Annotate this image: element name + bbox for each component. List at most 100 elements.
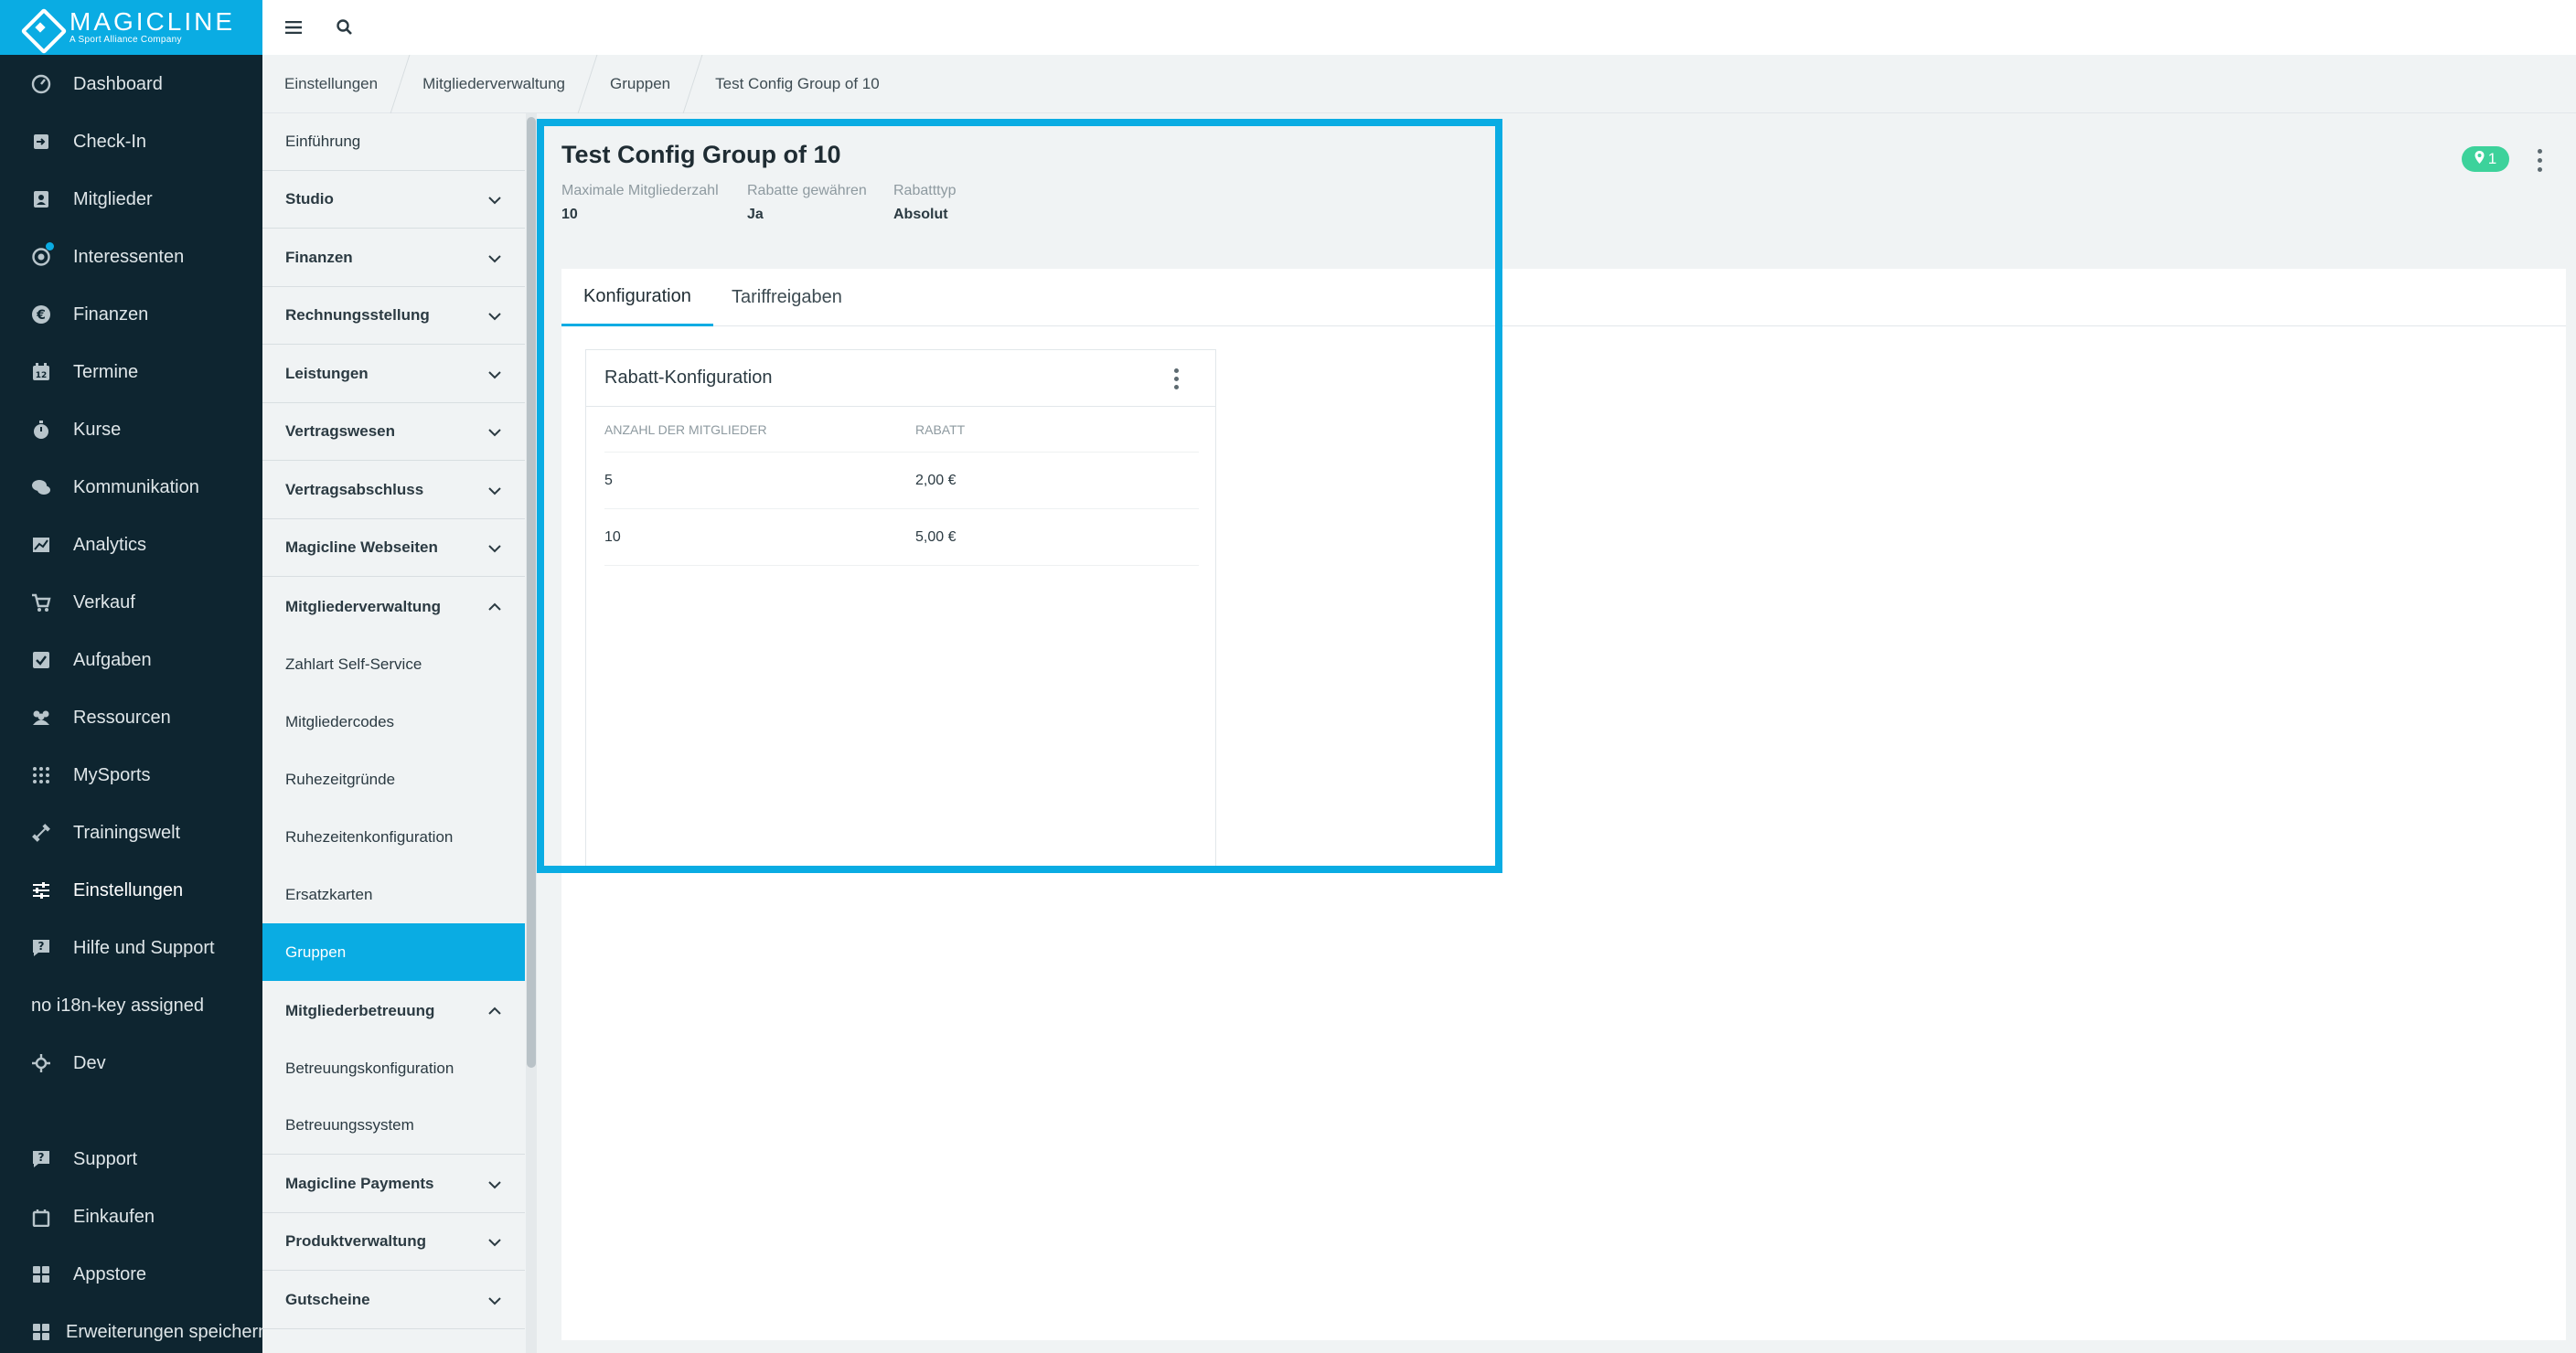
table-header: ANZAHL DER MITGLIEDER RABATT	[604, 407, 1199, 453]
tab-tariffreigaben[interactable]: Tariffreigaben	[710, 269, 864, 326]
apps-icon	[29, 1262, 53, 1286]
submenu-group-gutscheine[interactable]: Gutscheine	[262, 1272, 525, 1329]
apps-icon	[31, 1320, 51, 1344]
submenu-item-betreuungssystem[interactable]: Betreuungssystem	[262, 1097, 525, 1155]
submenu-group-mitgliederbetreuung[interactable]: Mitgliederbetreuung	[262, 982, 525, 1039]
breadcrumb-item[interactable]: Gruppen	[588, 55, 692, 113]
submenu-group-mitgliederverwaltung[interactable]: Mitgliederverwaltung	[262, 578, 525, 635]
brand-logo[interactable]: MAGICLINE A Sport Alliance Company	[0, 0, 262, 55]
submenu-item-mitgliedercodes[interactable]: Mitgliedercodes	[262, 693, 525, 751]
chevron-up-icon	[488, 1002, 501, 1020]
nav-item-hilfe-und-support[interactable]: ? Hilfe und Support	[0, 928, 262, 968]
submenu-label: Magicline Webseiten	[285, 538, 438, 556]
search-icon[interactable]	[330, 13, 359, 42]
chevron-down-icon	[488, 307, 501, 325]
nav-item-support[interactable]: ? Support	[0, 1139, 262, 1179]
nav-item-verkauf[interactable]: Verkauf	[0, 582, 262, 623]
breadcrumb-item[interactable]: Einstellungen	[262, 55, 400, 113]
nav-item-dashboard[interactable]: Dashboard	[0, 64, 262, 104]
nav-item-einkaufen[interactable]: Einkaufen	[0, 1197, 262, 1237]
submenu-group-produktverwaltung[interactable]: Produktverwaltung	[262, 1213, 525, 1271]
submenu-label: Ruhezeitgründe	[285, 770, 396, 788]
chat-icon	[29, 475, 53, 499]
submenu-group-studio[interactable]: Studio	[262, 171, 525, 229]
nav-item-no-i18n-key[interactable]: no i18n-key assigned	[0, 985, 262, 1026]
nav-item-einstellungen[interactable]: Einstellungen	[0, 870, 262, 911]
submenu-item-ruhezeitgruende[interactable]: Ruhezeitgründe	[262, 751, 525, 808]
table-cell: 2,00 €	[915, 472, 957, 488]
tab-konfiguration[interactable]: Konfiguration	[561, 269, 713, 326]
nav-item-aufgaben[interactable]: Aufgaben	[0, 640, 262, 680]
submenu-label: Magicline Payments	[285, 1175, 434, 1192]
help-icon: ?	[29, 936, 53, 960]
submenu-item-einfuehrung[interactable]: Einführung	[262, 113, 525, 171]
card-header: Rabatt-Konfiguration	[586, 350, 1215, 407]
nav-label: Einkaufen	[73, 1206, 155, 1227]
submenu-group-leistungen[interactable]: Leistungen	[262, 346, 525, 403]
settings-submenu: Einführung Studio Finanzen Rechnungsstel…	[262, 113, 525, 1353]
nav-item-kommunikation[interactable]: Kommunikation	[0, 467, 262, 507]
meta-value: 10	[561, 207, 578, 222]
brand-subtitle: A Sport Alliance Company	[69, 35, 182, 45]
badge-count: 1	[2487, 150, 2497, 167]
status-badge[interactable]: 1	[2462, 146, 2509, 172]
nav-item-trainingswelt[interactable]: Trainingswelt	[0, 813, 262, 853]
submenu-label: Gutscheine	[285, 1291, 370, 1308]
card-more-options-icon[interactable]	[1170, 367, 1182, 390]
stopwatch-icon	[29, 418, 53, 442]
submenu-item-gruppen[interactable]: Gruppen	[262, 923, 525, 981]
meta-discount-type: Rabatttyp Absolut	[893, 183, 956, 223]
table-cell: 5,00 €	[915, 528, 957, 545]
submenu-group-vertragsabschluss[interactable]: Vertragsabschluss	[262, 462, 525, 519]
submenu-item-betreuungskonfiguration[interactable]: Betreuungskonfiguration	[262, 1039, 525, 1097]
calendar-icon: 12	[29, 360, 53, 384]
submenu-label: Gruppen	[285, 943, 347, 961]
tab-bar: Konfiguration Tariffreigaben	[561, 269, 2566, 326]
submenu-item-ruhezeitenkonfiguration[interactable]: Ruhezeitenkonfiguration	[262, 808, 525, 866]
nav-label: Hilfe und Support	[73, 937, 215, 958]
more-options-icon[interactable]	[2530, 146, 2549, 174]
nav-item-appstore[interactable]: Appstore	[0, 1254, 262, 1294]
sliders-icon	[29, 879, 53, 902]
submenu-group-vertragswesen[interactable]: Vertragswesen	[262, 403, 525, 461]
table-row[interactable]: 10 5,00 €	[604, 509, 1199, 566]
breadcrumb: Einstellungen Mitgliederverwaltung Grupp…	[262, 54, 2576, 113]
breadcrumb-item[interactable]: Mitgliederverwaltung	[401, 55, 587, 113]
submenu-group-rechnungsstellung[interactable]: Rechnungsstellung	[262, 287, 525, 345]
submenu-item-zahlart-self-service[interactable]: Zahlart Self-Service	[262, 635, 525, 693]
chevron-up-icon	[488, 598, 501, 616]
breadcrumb-label: Test Config Group of 10	[715, 74, 880, 92]
submenu-item-ersatzkarten[interactable]: Ersatzkarten	[262, 866, 525, 923]
nav-item-erweiterungen-speichern[interactable]: Erweiterungen speichern	[0, 1312, 262, 1352]
nav-item-mysports[interactable]: MySports	[0, 755, 262, 795]
nav-item-mitglieder[interactable]: Mitglieder	[0, 179, 262, 219]
submenu-group-magicline-webseiten[interactable]: Magicline Webseiten	[262, 519, 525, 577]
nav-label: Dashboard	[73, 73, 163, 94]
nav-label: Analytics	[73, 534, 147, 555]
submenu-label: Mitgliederbetreuung	[285, 1001, 435, 1019]
column-header[interactable]: ANZAHL DER MITGLIEDER	[604, 422, 915, 437]
nav-item-check-in[interactable]: Check-In	[0, 122, 262, 162]
meta-max-members: Maximale Mitgliederzahl 10	[561, 183, 719, 223]
submenu-label: Mitgliederverwaltung	[285, 597, 442, 615]
submenu-label: Leistungen	[285, 365, 369, 382]
nav-item-interessenten[interactable]: Interessenten	[0, 237, 262, 277]
notification-dot	[46, 242, 54, 250]
submenu-group-finanzen[interactable]: Finanzen	[262, 229, 525, 287]
discount-config-card: Rabatt-Konfiguration ANZAHL DER MITGLIED…	[585, 349, 1216, 867]
svg-text:12: 12	[36, 371, 48, 380]
nav-item-kurse[interactable]: Kurse	[0, 410, 262, 450]
submenu-label: Betreuungskonfiguration	[285, 1059, 454, 1077]
column-header[interactable]: RABATT	[915, 422, 1190, 437]
nav-item-termine[interactable]: 12 Termine	[0, 352, 262, 392]
nav-item-analytics[interactable]: Analytics	[0, 525, 262, 565]
submenu-group-magicline-payments[interactable]: Magicline Payments	[262, 1156, 525, 1213]
hamburger-menu-icon[interactable]	[279, 13, 308, 42]
svg-text:?: ?	[38, 1151, 45, 1164]
nav-item-finanzen[interactable]: € Finanzen	[0, 294, 262, 335]
crosshair-icon	[29, 1051, 53, 1075]
submenu-scrollbar-thumb[interactable]	[527, 117, 536, 1068]
nav-item-ressourcen[interactable]: Ressourcen	[0, 698, 262, 738]
table-row[interactable]: 5 2,00 €	[604, 453, 1199, 509]
nav-item-dev[interactable]: Dev	[0, 1043, 262, 1083]
